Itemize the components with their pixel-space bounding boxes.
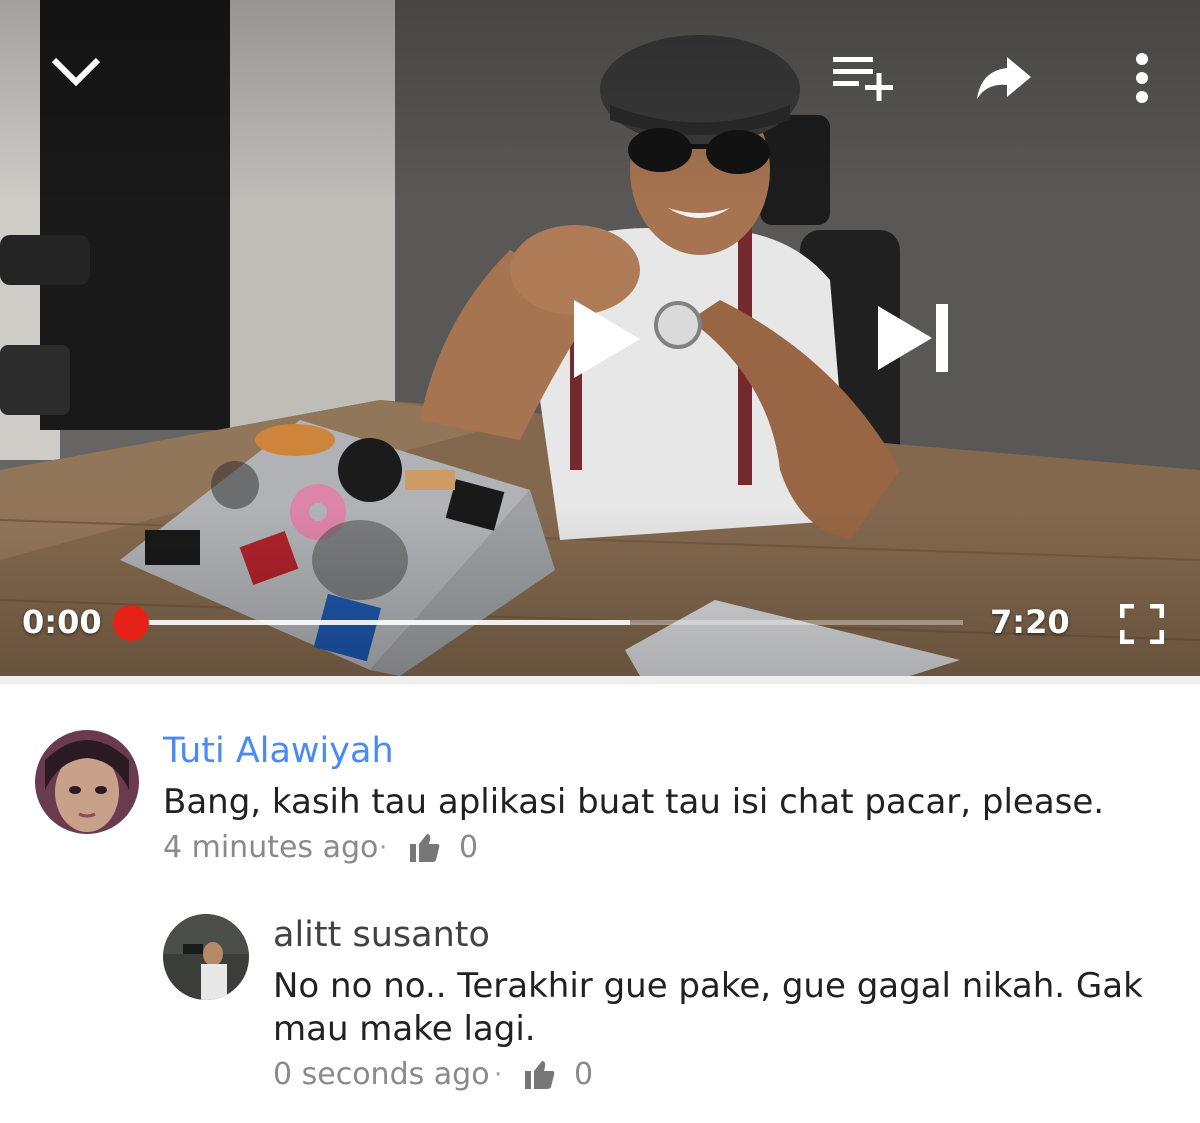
avatar[interactable] [163,914,249,1000]
comment-timestamp: 4 minutes ago [163,830,379,865]
buffered-bar [131,620,631,625]
comment-timestamp: 0 seconds ago [273,1057,490,1092]
more-vert-icon[interactable] [1130,52,1154,104]
comment-text: No no no.. Terakhir gue pake, gue gagal … [273,966,1143,1049]
separator-dot: · [494,1060,503,1090]
seek-bar[interactable] [131,620,963,625]
skip-next-icon[interactable] [878,302,950,374]
comment-author[interactable]: Tuti Alawiyah [163,731,394,771]
separator-dot: · [379,833,388,863]
video-player[interactable]: 0:00 7:20 [0,0,1200,676]
current-time: 0:00 [22,603,102,641]
play-icon[interactable] [572,298,642,380]
like-count: 0 [459,830,479,865]
avatar[interactable] [35,730,139,834]
playlist-add-icon[interactable] [833,55,895,101]
thumbs-up-icon[interactable] [410,832,440,866]
chevron-down-icon[interactable] [48,48,104,96]
share-icon[interactable] [975,55,1033,101]
fullscreen-icon[interactable] [1120,604,1164,644]
total-time: 7:20 [990,603,1070,641]
seek-handle[interactable] [113,605,149,641]
thumbs-up-icon[interactable] [525,1059,555,1093]
comment-author[interactable]: alitt susanto [273,915,490,955]
divider [0,676,1200,684]
comment-text: Bang, kasih tau aplikasi buat tau isi ch… [163,782,1105,822]
like-count: 0 [574,1057,594,1092]
